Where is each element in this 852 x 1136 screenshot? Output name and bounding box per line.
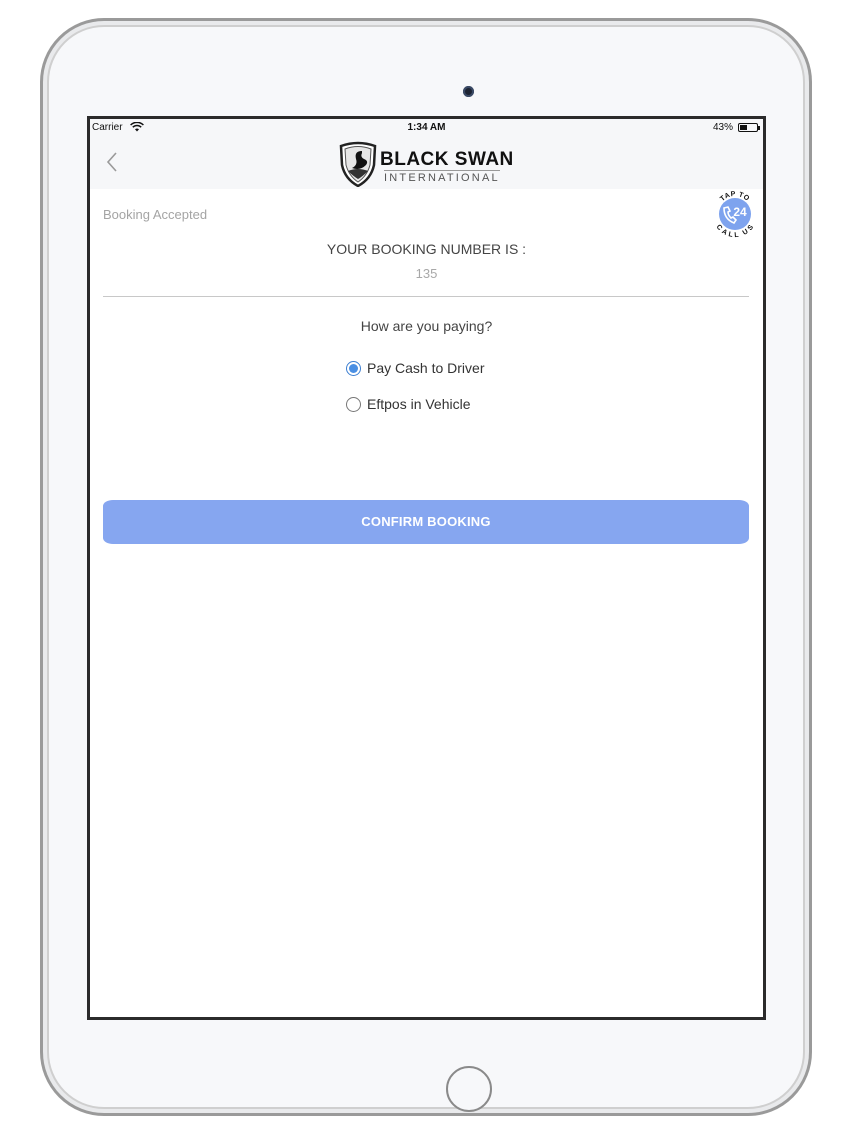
black-swan-logo: BLACK SWAN INTERNATIONAL — [338, 141, 514, 187]
chevron-left-icon — [106, 152, 117, 172]
radio-button-selected[interactable] — [346, 360, 361, 376]
confirm-booking-button[interactable]: CONFIRM BOOKING — [103, 500, 749, 544]
booking-status-text: Booking Accepted — [103, 207, 208, 222]
payment-question: How are you paying? — [360, 318, 493, 334]
radio-button-unselected[interactable] — [346, 396, 361, 412]
radio-label: Eftpos in Vehicle — [367, 396, 471, 412]
home-button[interactable] — [446, 1066, 492, 1112]
app-screen: Carrier 1:34 AM 43% BLACK SWAN INTERNATI… — [87, 116, 766, 1020]
radio-pay-cash[interactable]: Pay Cash to Driver — [346, 358, 484, 378]
camera — [463, 86, 474, 97]
radio-eftpos[interactable]: Eftpos in Vehicle — [346, 394, 471, 414]
battery-icon — [738, 123, 760, 132]
booking-number-label: YOUR BOOKING NUMBER IS : — [326, 241, 527, 257]
navigation-bar: BLACK SWAN INTERNATIONAL — [90, 137, 763, 189]
call-badge-number: 24 — [733, 205, 747, 219]
logo-subtitle: INTERNATIONAL — [384, 170, 500, 184]
swan-shield-icon — [339, 141, 377, 187]
logo-title: BLACK SWAN — [380, 149, 514, 170]
divider — [103, 296, 749, 297]
back-button[interactable] — [100, 149, 124, 175]
tap-to-call-button[interactable]: TAP TO CALL US 24 — [712, 189, 758, 239]
status-bar: Carrier 1:34 AM 43% — [90, 119, 763, 137]
battery-percent: 43% — [712, 122, 733, 133]
phone-24-icon: TAP TO CALL US 24 — [715, 191, 755, 239]
radio-label: Pay Cash to Driver — [367, 360, 485, 376]
clock: 1:34 AM — [407, 122, 446, 133]
booking-number: 135 — [415, 266, 438, 281]
